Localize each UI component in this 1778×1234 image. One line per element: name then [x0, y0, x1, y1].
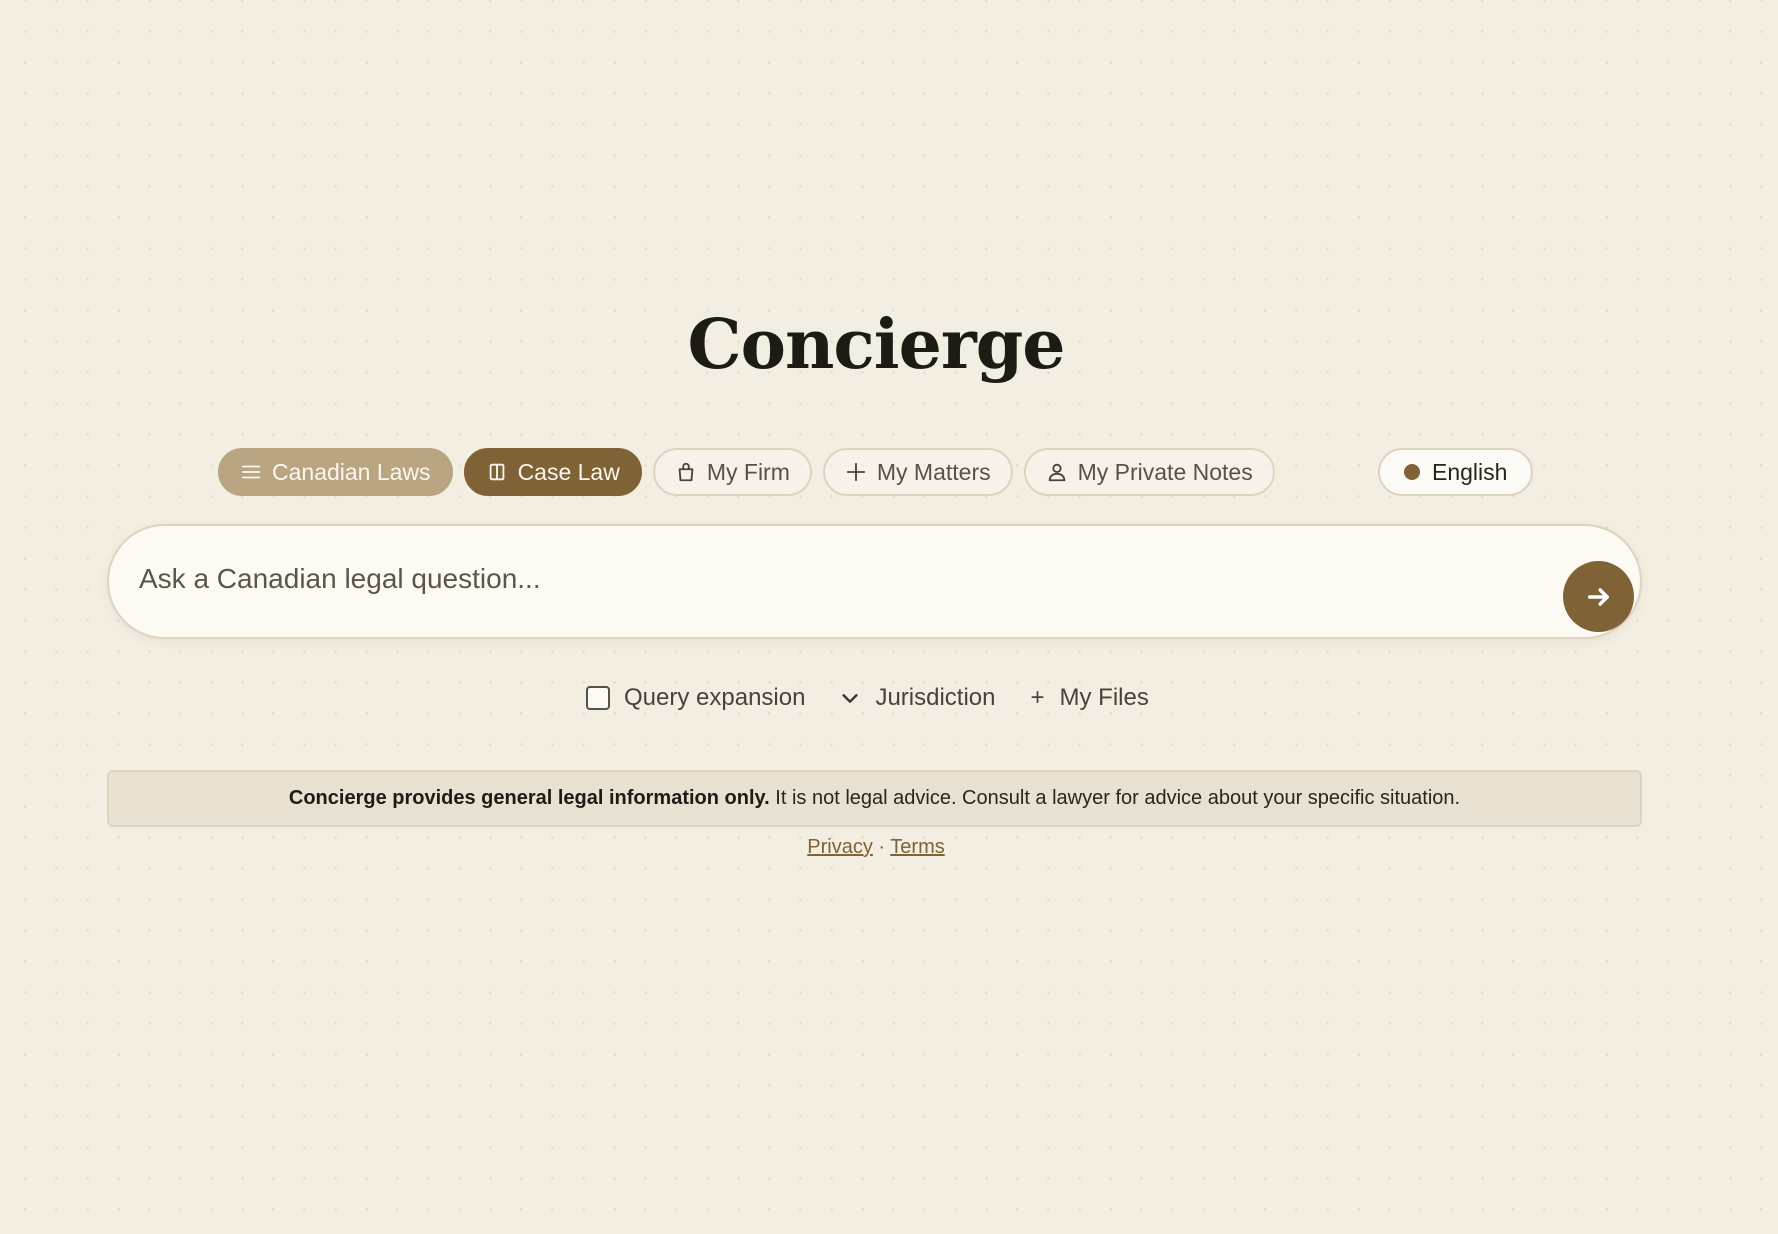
user-icon — [1048, 463, 1065, 482]
footer-separator: · — [878, 836, 886, 858]
shopping-bag-icon — [678, 462, 694, 482]
disclaimer-text: Concierge provides general legal informa… — [289, 787, 1460, 810]
jurisdiction-dropdown[interactable]: Jurisdiction — [839, 684, 996, 712]
arrow-right-icon — [1587, 587, 1609, 606]
jurisdiction-label: Jurisdiction — [875, 684, 996, 711]
tab-label: My Matters — [876, 458, 991, 485]
plus-icon: + — [1030, 684, 1045, 711]
query-expansion-option[interactable]: Query expansion — [586, 684, 805, 712]
tab-label: Canadian Laws — [272, 458, 431, 485]
terms-link[interactable]: Terms — [890, 836, 944, 858]
app-title: Concierge — [687, 305, 1065, 385]
query-expansion-label: Query expansion — [624, 684, 806, 711]
tab-canadian-laws[interactable]: Canadian Laws — [218, 448, 453, 496]
disclaimer-bold: Concierge provides general legal informa… — [288, 787, 770, 809]
search-box — [107, 524, 1642, 639]
my-files-button[interactable]: + My Files — [1030, 684, 1149, 712]
language-selector[interactable]: English — [1378, 448, 1534, 496]
query-expansion-checkbox[interactable] — [586, 686, 610, 710]
source-tabs: Canadian Laws Case Law My Firm My Matter… — [218, 448, 1275, 496]
disclaimer-rest: It is not legal advice. Consult a lawyer… — [769, 787, 1461, 809]
menu-lines-icon — [241, 465, 261, 479]
privacy-link[interactable]: Privacy — [807, 836, 873, 858]
tab-label: My Firm — [706, 458, 790, 485]
my-files-label: My Files — [1059, 684, 1149, 711]
submit-button[interactable] — [1563, 561, 1634, 632]
tab-my-firm[interactable]: My Firm — [652, 448, 812, 496]
tab-label: My Private Notes — [1077, 458, 1253, 485]
search-input[interactable] — [137, 548, 1521, 610]
footer-links: Privacy · Terms — [0, 836, 1752, 859]
tab-label: Case Law — [517, 458, 620, 485]
book-icon — [489, 463, 504, 481]
plus-icon — [846, 462, 866, 482]
tab-case-law[interactable]: Case Law — [463, 448, 642, 496]
disclaimer-banner: Concierge provides general legal informa… — [107, 770, 1642, 827]
search-options: Query expansion Jurisdiction + My Files — [586, 678, 1149, 718]
tab-my-matters[interactable]: My Matters — [822, 448, 1013, 496]
language-label: English — [1432, 458, 1508, 485]
dot-icon — [1404, 464, 1420, 480]
tab-my-private-notes[interactable]: My Private Notes — [1023, 448, 1275, 496]
chevron-down-icon — [842, 694, 859, 703]
